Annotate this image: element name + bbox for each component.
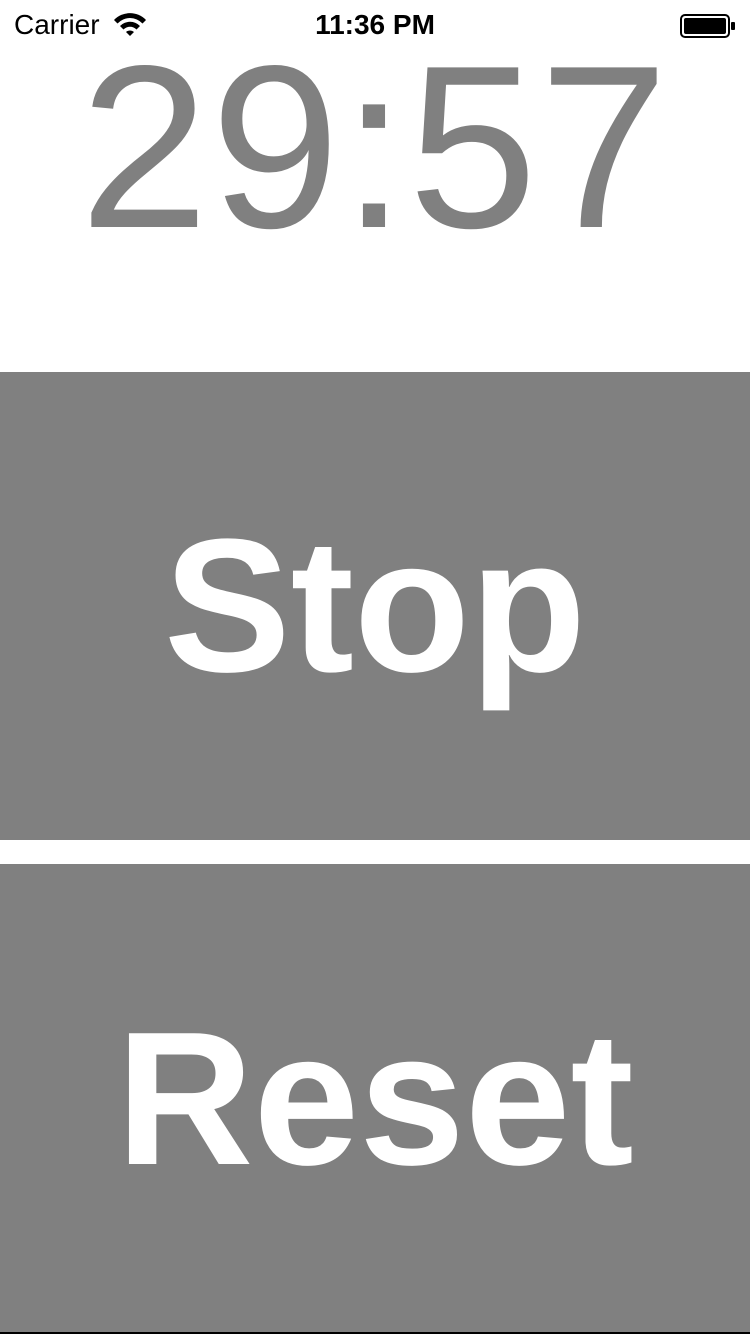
battery-icon xyxy=(680,14,736,38)
timer-display: 29:57 xyxy=(79,18,671,277)
reset-button-label: Reset xyxy=(116,993,634,1205)
stop-button[interactable]: Stop xyxy=(0,372,750,840)
app-screen: Carrier 11:36 PM 29:57 Stop Reset xyxy=(0,0,750,1334)
reset-button[interactable]: Reset xyxy=(0,864,750,1334)
stop-button-label: Stop xyxy=(163,500,587,712)
